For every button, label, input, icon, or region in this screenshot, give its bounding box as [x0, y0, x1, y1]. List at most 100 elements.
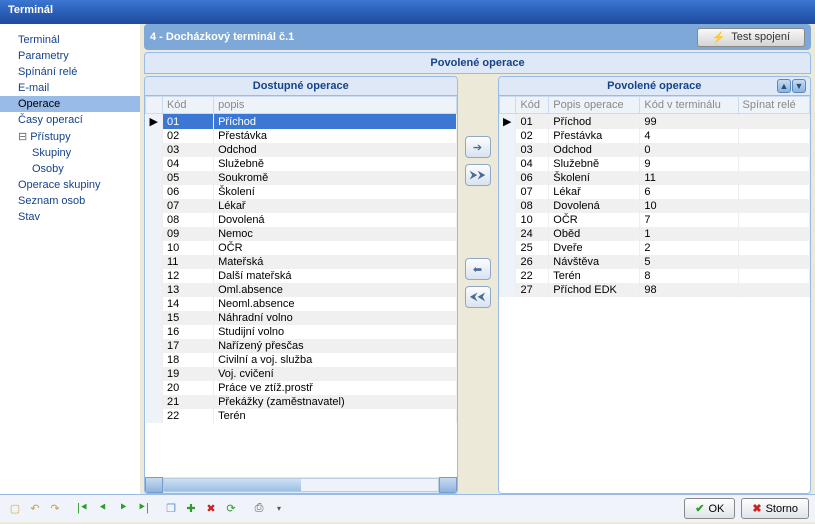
double-arrow-right-icon: ⮞⮞: [470, 169, 486, 182]
sidebar-item[interactable]: Spínání relé: [0, 64, 140, 80]
section-title: Povolené operace: [144, 52, 811, 74]
sidebar-item[interactable]: Přístupy: [0, 128, 140, 145]
transfer-buttons: ➔ ⮞⮞ ⬅ ⮜⮜: [462, 76, 494, 494]
move-all-left-button[interactable]: ⮜⮜: [465, 286, 491, 308]
footer-toolbar: ▢ ↶ ↷ |⯇ ⯇ ⯈ ⯈| ❐ ✚ ✖ ⟳ ⎙ ▾ ✔ OK ✖ Storn…: [0, 494, 815, 522]
table-row[interactable]: 05Soukromě: [146, 171, 457, 185]
available-panel-header: Dostupné operace: [145, 77, 457, 96]
table-row[interactable]: 18Civilní a voj. služba: [146, 353, 457, 367]
ok-button[interactable]: ✔ OK: [684, 498, 735, 519]
move-right-button[interactable]: ➔: [465, 136, 491, 158]
sidebar-subitem[interactable]: Osoby: [0, 161, 140, 177]
table-row[interactable]: 04Služebně: [146, 157, 457, 171]
table-row[interactable]: 22Terén: [146, 409, 457, 423]
double-arrow-left-icon: ⮜⮜: [470, 291, 486, 304]
column-header[interactable]: Popis operace: [549, 97, 640, 114]
move-left-button[interactable]: ⬅: [465, 258, 491, 280]
table-row[interactable]: 21Překážky (zaměstnavatel): [146, 395, 457, 409]
sidebar-item[interactable]: Parametry: [0, 48, 140, 64]
table-row[interactable]: 09Nemoc: [146, 227, 457, 241]
terminal-title: 4 - Docházkový terminál č.1: [150, 31, 294, 43]
move-down-button[interactable]: ▼: [792, 79, 806, 93]
allowed-panel-title: Povolené operace: [607, 80, 701, 92]
cancel-icon: ✖: [752, 502, 761, 515]
first-record-icon[interactable]: |⯇: [74, 500, 92, 518]
available-panel: Dostupné operace Kódpopis▶01Příchod02Pře…: [144, 76, 458, 494]
table-row[interactable]: 17Nařízený přesčas: [146, 339, 457, 353]
last-record-icon[interactable]: ⯈|: [134, 500, 152, 518]
table-row[interactable]: 07Lékař: [146, 199, 457, 213]
table-row[interactable]: 06Školení: [146, 185, 457, 199]
sidebar-item[interactable]: Operace skupiny: [0, 177, 140, 193]
arrow-right-icon: ➔: [473, 141, 482, 154]
table-row[interactable]: 14Neoml.absence: [146, 297, 457, 311]
column-header[interactable]: Spínat relé: [738, 97, 809, 114]
sidebar-item[interactable]: Seznam osob: [0, 193, 140, 209]
move-up-button[interactable]: ▲: [777, 79, 791, 93]
table-row[interactable]: 04Služebně9: [499, 157, 810, 171]
column-header[interactable]: Kód: [162, 97, 213, 114]
allowed-panel: Povolené operace ▲ ▼ KódPopis operaceKód…: [498, 76, 812, 494]
content-area: TerminálParametrySpínání reléE-mailOpera…: [0, 24, 815, 494]
print-dropdown-icon[interactable]: ▾: [270, 500, 288, 518]
main-panel: 4 - Docházkový terminál č.1 Test spojení…: [140, 24, 815, 494]
table-row[interactable]: 07Lékař6: [499, 185, 810, 199]
table-row[interactable]: 24Oběd1: [499, 227, 810, 241]
sidebar-item[interactable]: E-mail: [0, 80, 140, 96]
print-icon[interactable]: ⎙: [250, 500, 268, 518]
column-header[interactable]: Kód: [516, 97, 549, 114]
delete-icon[interactable]: ✖: [202, 500, 220, 518]
table-row[interactable]: 13Oml.absence: [146, 283, 457, 297]
table-row[interactable]: 22Terén8: [499, 269, 810, 283]
refresh-icon[interactable]: ⟳: [222, 500, 240, 518]
table-row[interactable]: ▶01Příchod99: [499, 114, 810, 130]
table-row[interactable]: 25Dveře2: [499, 241, 810, 255]
table-row[interactable]: 02Přestávka4: [499, 129, 810, 143]
sidebar-item[interactable]: Terminál: [0, 32, 140, 48]
add-icon[interactable]: ✚: [182, 500, 200, 518]
sidebar-item[interactable]: Časy operací: [0, 112, 140, 128]
dual-list-panels: Dostupné operace Kódpopis▶01Příchod02Pře…: [144, 76, 811, 494]
sidebar-item[interactable]: Stav: [0, 209, 140, 225]
table-row[interactable]: 03Odchod: [146, 143, 457, 157]
column-header[interactable]: popis: [214, 97, 456, 114]
test-connection-button[interactable]: Test spojení: [697, 28, 805, 47]
ok-label: OK: [708, 503, 724, 515]
storno-button[interactable]: ✖ Storno: [741, 498, 809, 519]
sidebar-nav: TerminálParametrySpínání reléE-mailOpera…: [0, 24, 140, 494]
available-h-scroll[interactable]: [145, 477, 457, 493]
table-row[interactable]: 11Mateřská: [146, 255, 457, 269]
table-row[interactable]: 16Studijní volno: [146, 325, 457, 339]
column-header[interactable]: Kód v terminálu: [640, 97, 738, 114]
next-record-icon[interactable]: ⯈: [114, 500, 132, 518]
copy-icon[interactable]: ❐: [162, 500, 180, 518]
table-row[interactable]: ▶01Příchod: [146, 114, 457, 130]
table-row[interactable]: 26Návštěva5: [499, 255, 810, 269]
table-row[interactable]: 08Dovolená: [146, 213, 457, 227]
undo-icon[interactable]: ↶: [26, 500, 44, 518]
sidebar-subitem[interactable]: Skupiny: [0, 145, 140, 161]
table-row[interactable]: 08Dovolená10: [499, 199, 810, 213]
table-row[interactable]: 10OČR7: [499, 213, 810, 227]
sidebar-item[interactable]: Operace: [0, 96, 140, 112]
arrow-left-icon: ⬅: [473, 263, 482, 276]
table-row[interactable]: 27Příchod EDK98: [499, 283, 810, 297]
table-row[interactable]: 15Náhradní volno: [146, 311, 457, 325]
allowed-grid[interactable]: KódPopis operaceKód v termináluSpínat re…: [499, 96, 811, 493]
available-grid[interactable]: Kódpopis▶01Příchod02Přestávka03Odchod04S…: [145, 96, 457, 477]
new-icon[interactable]: ▢: [6, 500, 24, 518]
table-row[interactable]: 03Odchod0: [499, 143, 810, 157]
prev-record-icon[interactable]: ⯇: [94, 500, 112, 518]
table-row[interactable]: 10OČR: [146, 241, 457, 255]
redo-icon[interactable]: ↷: [46, 500, 64, 518]
table-row[interactable]: 06Školení11: [499, 171, 810, 185]
table-row[interactable]: 12Další mateřská: [146, 269, 457, 283]
table-row[interactable]: 20Práce ve ztíž.prostř: [146, 381, 457, 395]
allowed-panel-header: Povolené operace ▲ ▼: [499, 77, 811, 96]
table-row[interactable]: 19Voj. cvičení: [146, 367, 457, 381]
table-row[interactable]: 02Přestávka: [146, 129, 457, 143]
header-bar: 4 - Docházkový terminál č.1 Test spojení: [144, 24, 811, 50]
move-all-right-button[interactable]: ⮞⮞: [465, 164, 491, 186]
window-title: Terminál: [8, 4, 53, 16]
check-icon: ✔: [695, 502, 704, 515]
